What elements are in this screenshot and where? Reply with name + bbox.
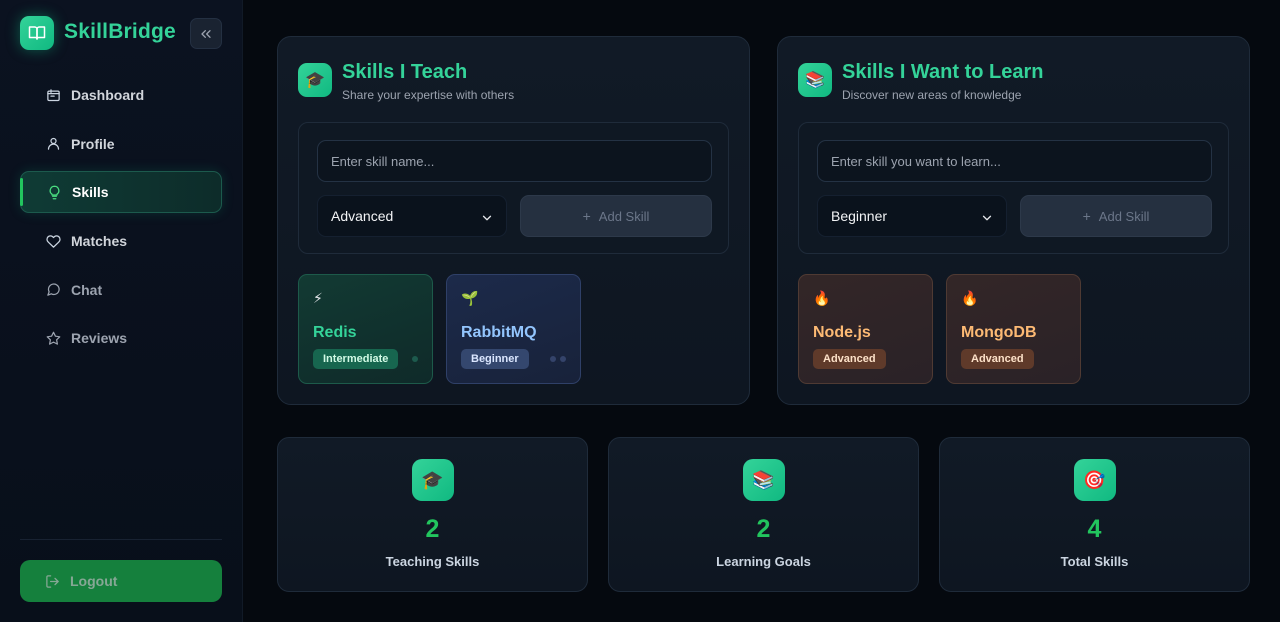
dashboard-icon [45, 87, 61, 103]
level-dot [550, 356, 556, 362]
plus-icon: + [582, 208, 591, 224]
sidebar-item-label: Chat [71, 281, 103, 298]
collapse-sidebar-button[interactable] [190, 18, 222, 49]
chat-icon [45, 282, 61, 298]
add-teach-skill-button[interactable]: + Add Skill [520, 195, 712, 237]
sidebar-item-label: Skills [72, 184, 109, 201]
stat-value: 2 [756, 515, 771, 543]
chevron-down-icon [982, 215, 992, 221]
chevron-down-icon [482, 215, 492, 221]
skill-level-badge: Advanced [961, 349, 1034, 369]
sidebar-item-matches[interactable]: Matches [20, 220, 222, 262]
panel-title: Skills I Want to Learn [842, 61, 1044, 83]
add-learn-skill-button[interactable]: + Add Skill [1020, 195, 1212, 237]
graduation-cap-icon: 🎓 [411, 459, 454, 501]
chevrons-left-icon [201, 29, 211, 38]
skill-card[interactable]: 🔥 MongoDB Advanced [946, 274, 1081, 384]
sidebar-item-skills[interactable]: Skills [20, 171, 222, 214]
sidebar-item-chat[interactable]: Chat [20, 269, 222, 311]
learn-panel: 📚 Skills I Want to Learn Discover new ar… [777, 36, 1250, 405]
learn-skill-input[interactable] [817, 140, 1212, 182]
skill-name: MongoDB [961, 324, 1037, 341]
teach-panel: 🎓 Skills I Teach Share your expertise wi… [277, 36, 750, 405]
skill-name: Node.js [813, 324, 871, 341]
selected-level: Beginner [831, 208, 888, 224]
graduation-cap-icon: 🎓 [298, 63, 332, 97]
stat-card-teaching: 🎓 2 Teaching Skills [277, 437, 588, 592]
skill-name: RabbitMQ [461, 324, 537, 341]
stat-value: 2 [425, 515, 440, 543]
sidebar: SkillBridge Dashboard Profile Skills Mat… [0, 0, 243, 622]
add-learn-skill-form: Beginner + Add Skill [798, 122, 1229, 254]
add-skill-label: Add Skill [598, 208, 650, 224]
brand-name: SkillBridge [64, 20, 176, 43]
book-icon [20, 16, 54, 50]
logout-label: Logout [70, 573, 118, 589]
sidebar-nav: Dashboard Profile Skills Matches Chat Re… [20, 74, 222, 366]
add-teach-skill-form: Advanced + Add Skill [298, 122, 729, 254]
sidebar-item-profile[interactable]: Profile [20, 123, 222, 165]
stat-value: 4 [1087, 515, 1102, 543]
panel-subtitle: Discover new areas of knowledge [842, 88, 1022, 102]
heart-icon [45, 233, 61, 249]
sidebar-item-label: Matches [71, 233, 128, 250]
skill-card[interactable]: 🌱 RabbitMQ Beginner [446, 274, 581, 384]
sidebar-item-label: Profile [71, 135, 115, 152]
stat-label: Total Skills [1060, 554, 1129, 569]
stat-label: Teaching Skills [385, 554, 480, 569]
teach-level-select[interactable]: Advanced [317, 195, 507, 237]
lightning-icon: ⚡ [313, 290, 323, 306]
teach-skill-input[interactable] [317, 140, 712, 182]
skill-level-badge: Intermediate [313, 349, 399, 369]
seedling-icon: 🌱 [461, 290, 479, 306]
level-dots [412, 356, 418, 362]
add-skill-label: Add Skill [1098, 208, 1150, 224]
sidebar-divider [20, 539, 222, 540]
panel-subtitle: Share your expertise with others [342, 88, 515, 102]
skill-name: Redis [313, 324, 357, 341]
target-icon: 🎯 [1073, 459, 1116, 501]
panel-title: Skills I Teach [342, 61, 468, 83]
logout-icon [45, 574, 60, 589]
level-dots [550, 356, 566, 362]
sidebar-item-label: Reviews [71, 330, 128, 347]
skill-card[interactable]: ⚡ Redis Intermediate [298, 274, 433, 384]
level-dot [560, 356, 566, 362]
learn-level-select[interactable]: Beginner [817, 195, 1007, 237]
star-icon [45, 330, 61, 346]
sidebar-item-reviews[interactable]: Reviews [20, 317, 222, 359]
books-icon: 📚 [742, 459, 785, 501]
stat-label: Learning Goals [716, 554, 811, 569]
lightbulb-icon [46, 184, 62, 200]
stat-card-learning: 📚 2 Learning Goals [608, 437, 919, 592]
skill-card[interactable]: 🔥 Node.js Advanced [798, 274, 933, 384]
user-icon [45, 136, 61, 152]
level-dot [412, 356, 418, 362]
selected-level: Advanced [331, 208, 394, 224]
skill-level-badge: Advanced [813, 349, 886, 369]
stat-card-total: 🎯 4 Total Skills [939, 437, 1250, 592]
logout-button[interactable]: Logout [20, 560, 222, 602]
sidebar-item-dashboard[interactable]: Dashboard [20, 74, 222, 116]
skill-level-badge: Beginner [461, 349, 529, 369]
plus-icon: + [1082, 208, 1091, 224]
books-icon: 📚 [798, 63, 832, 97]
fire-icon: 🔥 [961, 290, 979, 306]
sidebar-item-label: Dashboard [71, 87, 145, 103]
fire-icon: 🔥 [813, 290, 831, 306]
